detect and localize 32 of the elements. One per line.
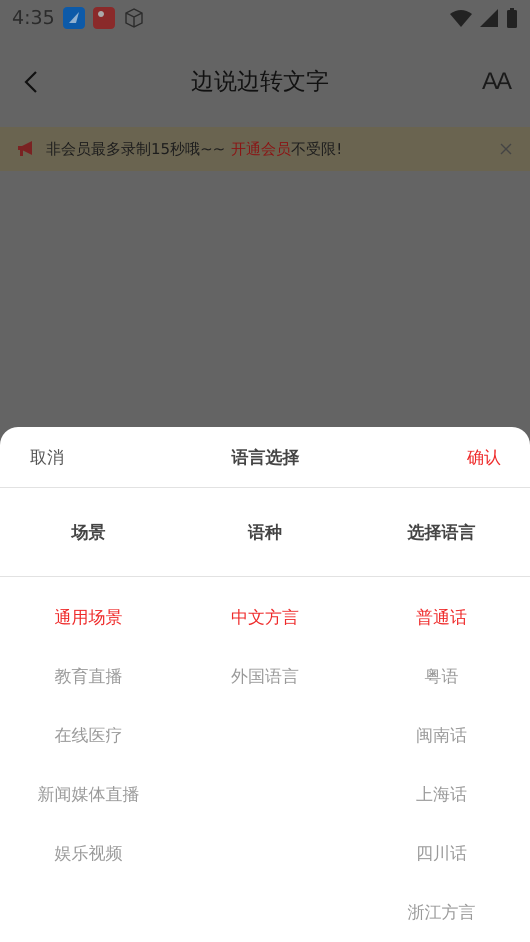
option-item[interactable]: 外国语言 [226,647,303,706]
font-size-button[interactable]: AA [482,68,510,96]
confirm-button[interactable]: 确认 [467,446,501,468]
option-item[interactable]: 通用场景 [50,588,126,647]
column-heading: 选择语言 [408,522,476,544]
option-item[interactable]: 中文方言 [226,588,303,647]
wifi-icon [450,9,472,27]
option-item[interactable]: 粤语 [420,647,463,706]
sheet-title: 语言选择 [232,446,300,468]
app-icon [92,7,115,29]
open-membership-link[interactable]: 开通会员 [231,140,292,158]
option-item[interactable]: 普通话 [412,588,472,647]
option-item[interactable]: 上海话 [412,765,472,824]
member-notice: 非会员最多录制15秒哦~~ 开通会员不受限! [46,140,344,158]
option-item[interactable]: 闽南话 [412,706,472,765]
back-icon[interactable] [24,70,38,94]
column-heading: 语种 [248,522,282,544]
page-title: 边说边转文字 [190,68,329,97]
option-item[interactable]: 新闻媒体直播 [33,765,144,824]
option-item[interactable]: 教育直播 [50,647,126,706]
cube-icon [122,7,145,29]
close-icon[interactable] [500,143,512,155]
cancel-button[interactable]: 取消 [30,446,64,468]
option-item[interactable]: 娱乐视频 [50,824,126,883]
option-item[interactable]: 四川话 [412,824,472,883]
battery-icon [506,8,518,28]
status-time: 4:35 [12,7,55,29]
column-heading: 场景 [71,522,106,544]
app-icon [62,7,85,29]
option-item[interactable]: 浙江方言 [404,883,480,942]
signal-icon [480,9,498,27]
option-item[interactable]: 在线医疗 [50,706,126,765]
